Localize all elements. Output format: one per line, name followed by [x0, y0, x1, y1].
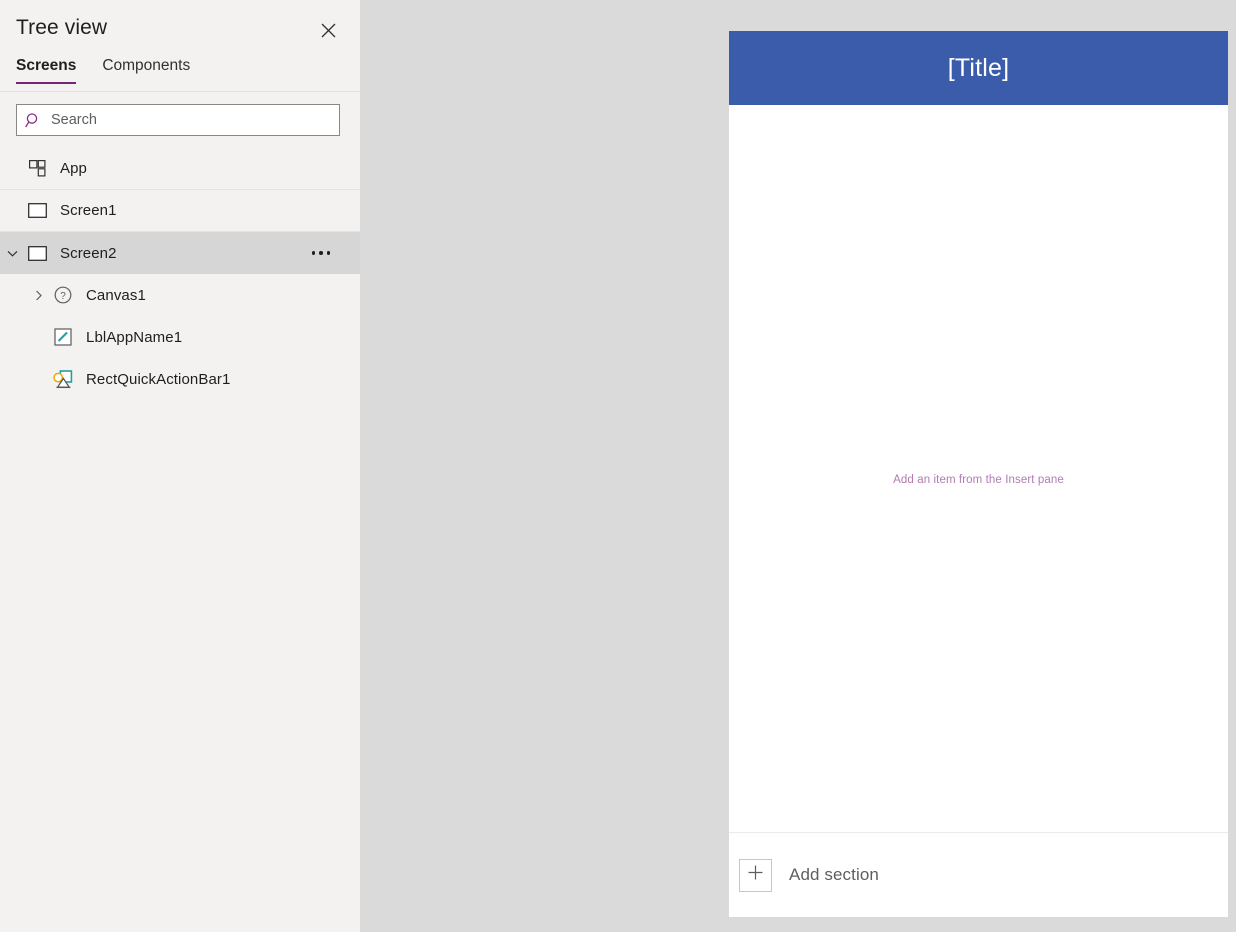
tree-item-label: Screen1 — [60, 202, 117, 219]
tree-item-app[interactable]: App — [0, 148, 360, 190]
search-box[interactable] — [16, 104, 340, 136]
screen-rect-icon — [24, 232, 50, 274]
shapes-icon — [50, 358, 76, 400]
panel-header: Tree view — [0, 0, 360, 56]
screen-footer: Add section — [729, 832, 1228, 917]
panel-tabs: Screens Components — [0, 56, 360, 92]
tree-item-label: Canvas1 — [86, 286, 146, 304]
tree-item-label: App — [60, 160, 87, 177]
tree-item-lblappname1[interactable]: LblAppName1 — [0, 316, 360, 358]
canvas-area: [Title] Add an item from the Insert pane… — [360, 0, 1236, 932]
tab-components[interactable]: Components — [102, 56, 190, 84]
tree-item-screen1[interactable]: Screen1 — [0, 190, 360, 232]
add-section-button[interactable] — [739, 858, 772, 892]
close-button[interactable] — [312, 14, 344, 46]
canvas-empty-placeholder: Add an item from the Insert pane — [893, 474, 1064, 486]
more-options-icon[interactable] — [311, 232, 330, 274]
tabs-divider — [0, 91, 360, 92]
page-title: Tree view — [16, 16, 108, 39]
chevron-down-icon[interactable] — [0, 232, 24, 274]
close-icon — [321, 23, 336, 38]
label-pencil-icon — [50, 316, 76, 358]
add-section-label: Add section — [789, 865, 879, 884]
app-screen-preview[interactable]: [Title] Add an item from the Insert pane… — [729, 31, 1228, 917]
tree-item-screen2[interactable]: Screen2 — [0, 232, 360, 274]
tree-list: App Screen1 Screen2 ? Canvas1 LblAppName… — [0, 148, 360, 932]
screen-title-text: [Title] — [947, 53, 1010, 82]
search-container — [0, 92, 360, 148]
app-root: Tree view Screens Components Search App … — [0, 0, 1236, 932]
tree-view-panel: Tree view Screens Components Search App … — [0, 0, 360, 932]
tree-item-canvas1[interactable]: ? Canvas1 — [0, 274, 360, 316]
tree-item-label: LblAppName1 — [86, 328, 183, 346]
app-grid-icon — [24, 148, 50, 190]
screen-rect-icon — [24, 190, 50, 232]
search-icon — [17, 105, 49, 135]
tree-item-rectquickactionbar1[interactable]: RectQuickActionBar1 — [0, 358, 360, 400]
screen-body[interactable]: Add an item from the Insert pane — [729, 105, 1228, 832]
tree-item-label: Screen2 — [60, 244, 117, 262]
plus-icon — [747, 864, 764, 886]
tab-screens[interactable]: Screens — [16, 56, 77, 84]
question-circle-icon: ? — [50, 274, 76, 316]
search-input[interactable] — [49, 106, 339, 134]
svg-text:?: ? — [60, 291, 66, 302]
screen-titlebar[interactable]: [Title] — [729, 31, 1228, 105]
chevron-right-icon[interactable] — [26, 274, 50, 316]
tree-item-label: RectQuickActionBar1 — [86, 370, 231, 388]
